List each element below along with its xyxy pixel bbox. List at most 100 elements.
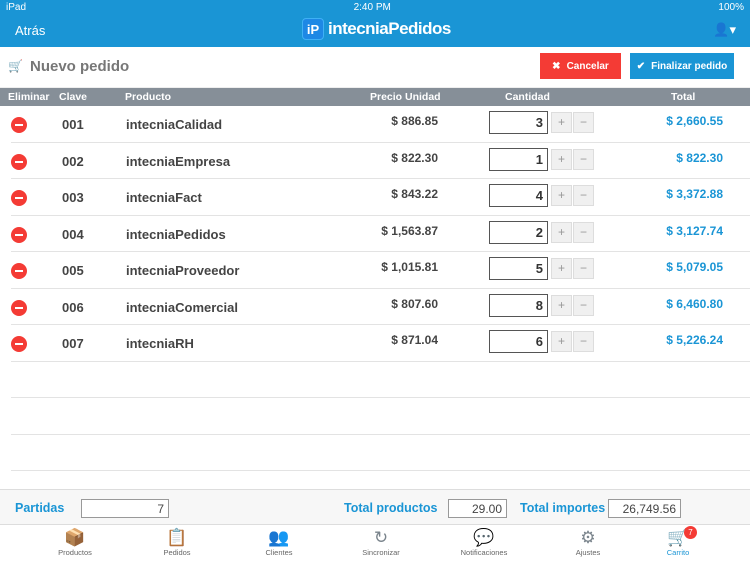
- device-label: iPad: [6, 1, 27, 13]
- col-total: Total: [671, 91, 696, 103]
- row-key: 002: [62, 153, 84, 169]
- delete-row-button[interactable]: [11, 226, 27, 243]
- delete-row-button[interactable]: [11, 190, 27, 206]
- tab-label: Carrito: [666, 548, 690, 557]
- tab-label: Notificaciones: [460, 548, 508, 557]
- row-total: $ 5,079.05: [666, 260, 723, 274]
- decrement-button[interactable]: −: [573, 112, 594, 133]
- page-header: 🛒 Nuevo pedido ✖ Cancelar ✔ Finalizar pedi…: [0, 47, 750, 88]
- chat-icon: 💬: [473, 528, 495, 547]
- delete-row-button[interactable]: [11, 263, 27, 279]
- products-field: 29.00: [448, 499, 507, 518]
- row-total: $ 822.30: [676, 150, 723, 165]
- row-total: $ 3,372.88: [666, 187, 723, 201]
- increment-button[interactable]: +: [551, 185, 572, 206]
- tab-notificaciones[interactable]: 💬 Notificaciones: [444, 528, 524, 557]
- row-product: intecniaCalidad: [126, 117, 223, 132]
- app-logo: iP: [302, 18, 324, 40]
- decrement-button[interactable]: −: [573, 148, 594, 170]
- finish-order-button[interactable]: ✔ Finalizar pedido: [630, 53, 734, 79]
- row-product: intecniaFact: [126, 190, 202, 205]
- cart-badge: 7: [684, 526, 697, 539]
- row-price: $ 1,015.81: [381, 260, 438, 274]
- close-icon: ✖: [552, 60, 561, 72]
- decrement-button[interactable]: −: [573, 294, 594, 316]
- cart-icon: 🛒: [8, 59, 23, 73]
- cancel-button[interactable]: ✖ Cancelar: [540, 53, 621, 79]
- table-row: 001 intecniaCalidad $ 886.85 3 + − $ 2,6…: [11, 106, 750, 143]
- delete-row-button[interactable]: [11, 117, 27, 133]
- row-total: $ 3,127.74: [666, 223, 723, 238]
- quantity-input[interactable]: 6: [489, 330, 548, 353]
- decrement-button[interactable]: −: [573, 221, 594, 243]
- row-key: 001: [62, 117, 84, 132]
- clock: 2:40 PM: [353, 1, 391, 13]
- empty-row: [11, 435, 750, 471]
- app-brand: iP intecniaPedidos: [302, 18, 451, 40]
- quantity-input[interactable]: 5: [489, 257, 548, 280]
- row-key: 005: [62, 263, 84, 278]
- user-menu-icon[interactable]: 👤▾: [713, 22, 736, 38]
- tab-carrito[interactable]: 🛒 Carrito 7: [638, 526, 718, 557]
- tab-bar: 📦 Productos 📋 Pedidos 👥 Clientes ↻ Sincronizar 💬…: [0, 525, 750, 562]
- increment-button[interactable]: +: [551, 221, 572, 243]
- quantity-input[interactable]: 8: [489, 293, 548, 317]
- quantity-input[interactable]: 4: [489, 184, 548, 207]
- tab-ajustes[interactable]: ⚙ Ajustes: [548, 528, 628, 557]
- row-price: $ 807.60: [391, 296, 438, 311]
- row-product: intecniaProveedor: [126, 263, 240, 278]
- quantity-input[interactable]: 3: [489, 111, 548, 134]
- tab-pedidos[interactable]: 📋 Pedidos: [137, 528, 217, 557]
- delete-row-button[interactable]: [11, 153, 27, 170]
- row-price: $ 1,563.87: [381, 223, 438, 238]
- items-field: 7: [81, 499, 169, 518]
- table-header: Eliminar Clave Producto Precio Unidad Ca…: [0, 88, 750, 106]
- delete-row-button[interactable]: [11, 336, 27, 352]
- delete-row-button[interactable]: [11, 299, 27, 316]
- row-price: $ 822.30: [391, 150, 438, 165]
- row-product: intecniaEmpresa: [126, 153, 231, 169]
- row-total: $ 2,660.55: [666, 114, 723, 128]
- table-row: 003 intecniaFact $ 843.22 4 + − $ 3,372.…: [11, 179, 750, 216]
- decrement-button[interactable]: −: [573, 185, 594, 206]
- quantity-input[interactable]: 2: [489, 220, 548, 244]
- tab-label: Productos: [58, 548, 92, 557]
- users-icon: 👥: [268, 528, 290, 547]
- row-key: 006: [62, 299, 84, 315]
- quantity-input[interactable]: 1: [489, 147, 548, 171]
- row-key: 004: [62, 226, 84, 242]
- back-button[interactable]: Atrás: [15, 23, 45, 38]
- amount-label: Total importes: [520, 501, 606, 515]
- tab-clientes[interactable]: 👥 Clientes: [239, 528, 319, 557]
- increment-button[interactable]: +: [551, 148, 572, 170]
- table-row: 006 intecniaComercial $ 807.60 8 + − $ 6…: [11, 289, 750, 325]
- increment-button[interactable]: +: [551, 112, 572, 133]
- finish-label: Finalizar pedido: [651, 60, 728, 72]
- col-clave: Clave: [59, 91, 88, 103]
- col-precio: Precio Unidad: [370, 91, 441, 103]
- decrement-button[interactable]: −: [573, 331, 594, 352]
- row-total: $ 6,460.80: [666, 296, 723, 311]
- table-row: 002 intecniaEmpresa $ 822.30 1 + − $ 822…: [11, 143, 750, 179]
- table-row: 005 intecniaProveedor $ 1,015.81 5 + − $…: [11, 252, 750, 289]
- row-key: 007: [62, 336, 84, 351]
- row-price: $ 871.04: [391, 333, 438, 347]
- increment-button[interactable]: +: [551, 331, 572, 352]
- row-product: intecniaComercial: [126, 299, 238, 315]
- items-label: Partidas: [15, 501, 65, 515]
- increment-button[interactable]: +: [551, 258, 572, 279]
- tab-productos[interactable]: 📦 Productos: [35, 528, 115, 557]
- table-row: 004 intecniaPedidos $ 1,563.87 2 + − $ 3…: [11, 216, 750, 252]
- table-row: 007 intecniaRH $ 871.04 6 + − $ 5,226.24: [11, 325, 750, 362]
- tab-sincronizar[interactable]: ↻ Sincronizar: [341, 528, 421, 557]
- check-icon: ✔: [636, 60, 646, 72]
- tab-label: Ajustes: [575, 548, 601, 557]
- col-producto: Producto: [125, 91, 172, 103]
- nav-bar: Atrás iP intecniaPedidos 👤▾: [0, 14, 750, 47]
- decrement-button[interactable]: −: [573, 258, 594, 279]
- tab-label: Sincronizar: [362, 548, 400, 557]
- totals-bar: Partidas 7 Total productos 29.00 Total i…: [0, 489, 750, 525]
- increment-button[interactable]: +: [551, 294, 572, 316]
- box-icon: 📦: [64, 528, 86, 547]
- row-key: 003: [62, 190, 84, 205]
